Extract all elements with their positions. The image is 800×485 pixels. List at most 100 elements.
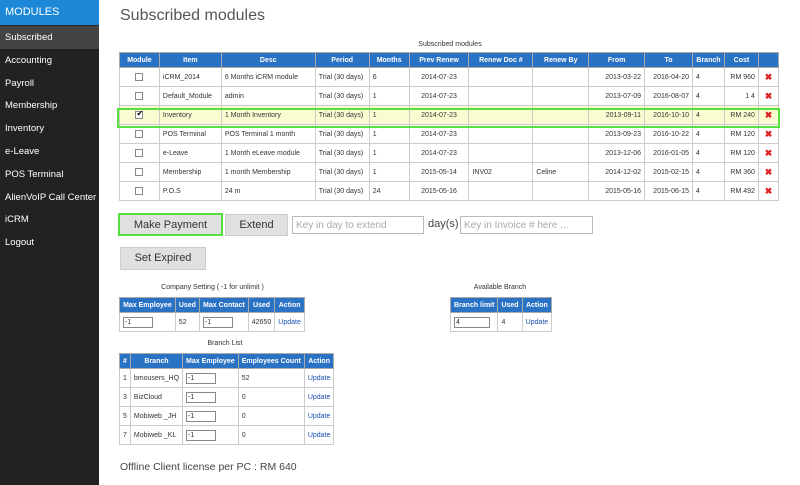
- module-cell-item: POS Terminal: [158, 124, 222, 144]
- module-cell-prev-renew: 2014-07-23: [408, 124, 470, 144]
- module-cell-select: [119, 105, 160, 125]
- sidebar-item-inventory[interactable]: Inventory: [0, 117, 99, 140]
- set-expired-button[interactable]: Set Expired: [120, 247, 206, 270]
- module-select-checkbox[interactable]: [135, 92, 144, 100]
- module-cell-from: 2013-12-06: [588, 143, 646, 163]
- module-select-checkbox[interactable]: [135, 109, 144, 119]
- days-suffix-label: day(s): [428, 218, 459, 230]
- module-select-checkbox[interactable]: [135, 130, 144, 138]
- col-period: Period: [314, 52, 370, 68]
- module-cell-select: [119, 86, 160, 106]
- sidebar-item-logout[interactable]: Logout: [0, 231, 99, 254]
- module-cell-branch: 4: [691, 105, 725, 125]
- sidebar: MODULES Subscribed Accounting Payroll Me…: [0, 0, 99, 485]
- col-branch-list-action: Action: [303, 353, 335, 369]
- module-cell-cost: RM 492: [723, 181, 759, 201]
- module-cell-to: 2016-10-22: [644, 124, 693, 144]
- sidebar-item-accounting[interactable]: Accounting: [0, 49, 99, 72]
- module-select-checkbox[interactable]: [135, 149, 144, 157]
- module-row[interactable]: Membership 1 month Membership Trial (30 da…: [119, 162, 780, 182]
- module-row[interactable]: POS Terminal POS Terminal 1 month Trial (3…: [119, 124, 780, 144]
- branch-name-cell: Mobiweb _JH: [129, 406, 184, 426]
- branch-update-cell: Update: [521, 312, 553, 332]
- delete-icon[interactable]: ✖: [765, 110, 773, 120]
- main-content: Subscribed modules Subscribed modules Mo…: [99, 0, 800, 485]
- sidebar-item-pos-terminal[interactable]: POS Terminal: [0, 163, 99, 186]
- branch-max-employee-input[interactable]: -1: [186, 410, 217, 422]
- make-payment-button[interactable]: Make Payment: [118, 213, 223, 236]
- module-cell-renew-doc: [468, 105, 534, 125]
- col-max-contact: Max Contact: [198, 297, 249, 313]
- delete-icon[interactable]: ✖: [765, 186, 773, 196]
- col-cost: Cost: [723, 52, 759, 68]
- sidebar-item-payroll[interactable]: Payroll: [0, 72, 99, 95]
- module-cell-delete: ✖: [757, 67, 780, 87]
- col-to: To: [644, 52, 693, 68]
- delete-icon[interactable]: ✖: [765, 91, 773, 101]
- branch-max-employee-input[interactable]: -1: [186, 372, 217, 384]
- branch-count-cell: 0: [237, 425, 305, 445]
- module-cell-months: 1: [368, 86, 410, 106]
- delete-icon[interactable]: ✖: [765, 148, 773, 158]
- extend-button[interactable]: Extend: [225, 214, 288, 236]
- branch-limit-input[interactable]: 4: [454, 316, 490, 328]
- module-select-checkbox[interactable]: [135, 73, 144, 81]
- module-cell-delete: ✖: [757, 105, 780, 125]
- module-cell-prev-renew: 2015-05-14: [408, 162, 470, 182]
- module-row[interactable]: Default_Module admin Trial (30 days) 1 2014-…: [119, 86, 780, 106]
- module-cell-renew-doc: [468, 124, 534, 144]
- module-cell-months: 6: [368, 67, 410, 87]
- branch-row: 7 Mobiweb _KL -1 0 Update: [119, 425, 335, 445]
- available-branch-table: Branch limit Used Action 4 4 Update: [449, 297, 553, 332]
- extend-days-input[interactable]: Key in day to extend: [292, 216, 424, 234]
- delete-icon[interactable]: ✖: [765, 72, 773, 82]
- branch-row-update-link[interactable]: Update: [308, 375, 331, 382]
- module-cell-cost: RM 960: [723, 67, 759, 87]
- modules-table: Module Item Desc Period Months Prev Rene…: [119, 52, 780, 201]
- module-cell-cost: RM 240: [723, 105, 759, 125]
- available-branch-row: 4 4 Update: [449, 312, 553, 332]
- branch-num-cell: 3: [119, 387, 131, 407]
- company-update-link[interactable]: Update: [278, 319, 301, 326]
- sidebar-item-icrm[interactable]: iCRM: [0, 208, 99, 231]
- module-select-checkbox[interactable]: [135, 168, 144, 176]
- sidebar-item-alienvoip[interactable]: AlienVoIP Call Center Cl: [0, 186, 99, 209]
- module-cell-months: 1: [368, 105, 410, 125]
- sidebar-brand[interactable]: MODULES: [0, 0, 99, 25]
- branch-max-employee-input[interactable]: -1: [186, 391, 217, 403]
- module-row[interactable]: Inventory1 Month InventoryTrial (30 days…: [119, 105, 780, 125]
- branch-max-employee-input[interactable]: -1: [186, 429, 217, 441]
- max-contact-input[interactable]: -1: [202, 316, 233, 328]
- module-row[interactable]: iCRM_2014 6 Months iCRM module Trial (30 d…: [119, 67, 780, 87]
- used-contact-cell: 42650: [247, 312, 276, 332]
- module-select-checkbox[interactable]: [135, 187, 144, 195]
- module-cell-prev-renew: 2014-07-23: [408, 67, 470, 87]
- sidebar-item-eleave[interactable]: e-Leave: [0, 140, 99, 163]
- branch-row-update-link[interactable]: Update: [308, 432, 331, 439]
- module-cell-renew-by: [532, 143, 590, 163]
- module-cell-branch: 4: [691, 162, 725, 182]
- col-renew-by: Renew By: [532, 52, 590, 68]
- module-cell-period: Trial (30 days): [314, 86, 370, 106]
- module-cell-desc: 6 Months iCRM module: [220, 67, 316, 87]
- module-cell-renew-by: [532, 105, 590, 125]
- module-cell-to: 2016-08-07: [644, 86, 693, 106]
- branch-update-link[interactable]: Update: [526, 319, 549, 326]
- branch-row: 3 BizCloud -1 0 Update: [119, 387, 335, 407]
- sidebar-item-subscribed[interactable]: Subscribed: [0, 26, 99, 49]
- module-cell-renew-by: [532, 86, 590, 106]
- delete-icon[interactable]: ✖: [765, 129, 773, 139]
- module-cell-select: [119, 67, 160, 87]
- col-months: Months: [368, 52, 410, 68]
- col-branch-used: Used: [497, 297, 523, 313]
- module-row[interactable]: e-Leave 1 Month eLeave module Trial (30 da…: [119, 143, 780, 163]
- branch-row-update-link[interactable]: Update: [308, 413, 331, 420]
- branch-row-update-link[interactable]: Update: [308, 394, 331, 401]
- delete-icon[interactable]: ✖: [765, 167, 773, 177]
- invoice-input[interactable]: Key in Invoice # here ...: [460, 216, 593, 234]
- max-employee-input[interactable]: -1: [123, 316, 153, 328]
- module-row[interactable]: P.O.S 24 m Trial (30 days) 24 2015-05-16 2015…: [119, 181, 780, 201]
- branch-action-cell: Update: [303, 368, 335, 388]
- module-cell-item: Inventory: [158, 105, 222, 125]
- sidebar-item-membership[interactable]: Membership: [0, 94, 99, 117]
